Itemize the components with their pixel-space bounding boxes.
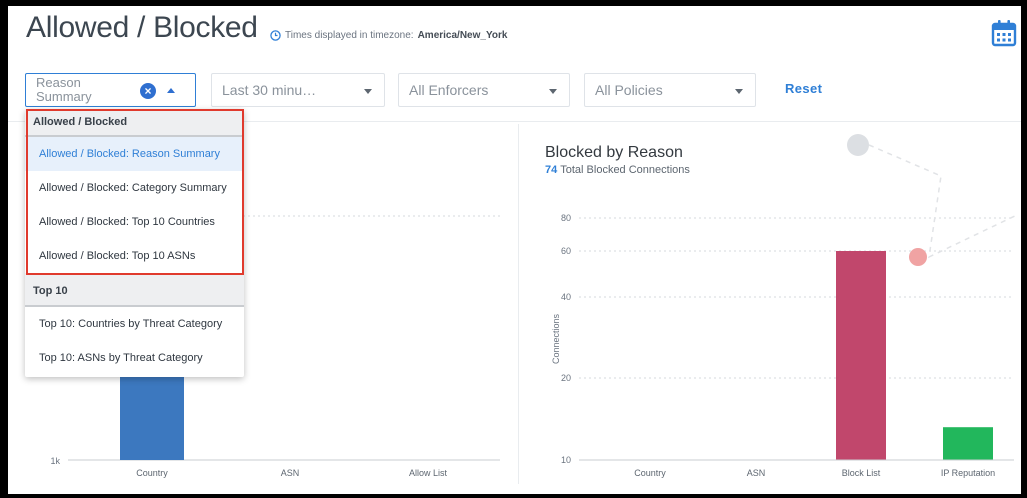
right-chart: 10 20 40 60 80 Connections Country ASN Block Lis… bbox=[551, 134, 1019, 478]
clock-icon bbox=[270, 30, 281, 41]
report-dropdown-menu: Allowed / Blocked Allowed / Blocked: Rea… bbox=[25, 109, 244, 377]
option-category-summary[interactable]: Allowed / Blocked: Category Summary bbox=[25, 171, 244, 205]
option-countries-by-threat[interactable]: Top 10: Countries by Threat Category bbox=[25, 307, 244, 341]
enforcers-select[interactable]: All Enforcers bbox=[398, 73, 570, 107]
option-top-10-countries[interactable]: Allowed / Blocked: Top 10 Countries bbox=[25, 205, 244, 239]
enforcers-value: All Enforcers bbox=[409, 82, 489, 98]
bar bbox=[836, 251, 886, 460]
x-tick-label: Allow List bbox=[409, 468, 448, 478]
timezone-value: America/New_York bbox=[417, 30, 508, 41]
x-tick-label: Block List bbox=[842, 468, 881, 478]
bar bbox=[943, 427, 993, 460]
policies-value: All Policies bbox=[595, 82, 663, 98]
chevron-up-icon[interactable] bbox=[167, 88, 175, 93]
option-top-10-asns[interactable]: Allowed / Blocked: Top 10 ASNs bbox=[25, 239, 244, 273]
x-tick-label: ASN bbox=[281, 468, 300, 478]
decor-link bbox=[868, 144, 1019, 259]
policies-select[interactable]: All Policies bbox=[584, 73, 756, 107]
y-tick-label: 40 bbox=[561, 292, 571, 302]
group-header: Allowed / Blocked bbox=[25, 109, 244, 137]
chevron-down-icon bbox=[735, 89, 743, 94]
x-tick-label: ASN bbox=[747, 468, 766, 478]
y-axis-label: Connections bbox=[551, 313, 561, 364]
x-tick-label: IP Reputation bbox=[941, 468, 995, 478]
decor-node bbox=[847, 134, 869, 156]
x-tick-label: Country bbox=[634, 468, 666, 478]
option-reason-summary[interactable]: Allowed / Blocked: Reason Summary bbox=[25, 137, 244, 171]
option-asns-by-threat[interactable]: Top 10: ASNs by Threat Category bbox=[25, 341, 244, 375]
report-select-value: Reason Summary bbox=[36, 75, 92, 104]
y-tick-label: 10 bbox=[561, 455, 571, 465]
y-tick-label: 60 bbox=[561, 246, 571, 256]
x-tick-label: Country bbox=[136, 468, 168, 478]
group-header: Top 10 bbox=[25, 273, 244, 307]
y-tick-label: 20 bbox=[561, 373, 571, 383]
decor-node bbox=[909, 248, 927, 266]
reset-button[interactable]: Reset bbox=[785, 81, 822, 96]
report-select[interactable]: Reason Summary × bbox=[25, 73, 196, 107]
chevron-down-icon bbox=[364, 89, 372, 94]
time-range-select[interactable]: Last 30 minu… bbox=[211, 73, 385, 107]
page-title: Allowed / Blocked bbox=[26, 11, 258, 44]
time-range-value: Last 30 minu… bbox=[222, 82, 317, 98]
app-frame: Allowed / Blocked Times displayed in tim… bbox=[8, 6, 1021, 494]
chevron-down-icon bbox=[549, 89, 557, 94]
clear-selection-icon[interactable]: × bbox=[140, 83, 156, 99]
timezone-label: Times displayed in timezone: bbox=[285, 30, 414, 41]
calendar-icon[interactable] bbox=[991, 19, 1017, 47]
bar bbox=[120, 364, 184, 460]
y-tick-label: 1k bbox=[50, 456, 60, 466]
y-tick-label: 80 bbox=[561, 213, 571, 223]
timezone-info: Times displayed in timezone: America/New… bbox=[270, 30, 507, 41]
